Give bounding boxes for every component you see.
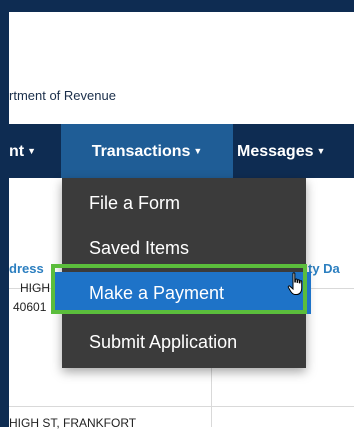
table-cell: 40601 xyxy=(13,300,47,314)
table-cell: HIGH xyxy=(20,281,50,295)
left-edge-bar xyxy=(0,0,9,427)
menu-item-file-a-form[interactable]: File a Form xyxy=(62,182,306,224)
main-navbar: nt ▼ Transactions ▼ Messages ▼ xyxy=(9,124,354,178)
table-divider xyxy=(9,406,354,407)
caret-down-icon: ▼ xyxy=(193,146,203,156)
table-cell: HIGH ST, FRANKFORT xyxy=(9,416,137,430)
hand-pointer-icon xyxy=(287,272,303,295)
nav-account[interactable]: nt ▼ xyxy=(9,124,36,178)
nav-messages[interactable]: Messages ▼ xyxy=(237,124,325,178)
top-header-bar xyxy=(9,0,354,12)
nav-messages-label: Messages xyxy=(237,143,314,160)
nav-transactions-label: Transactions xyxy=(91,143,191,160)
nav-account-label: nt xyxy=(9,143,25,160)
nav-transactions[interactable]: Transactions ▼ xyxy=(61,124,233,178)
menu-item-saved-items[interactable]: Saved Items xyxy=(62,227,306,269)
menu-item-submit-application[interactable]: Submit Application xyxy=(62,321,306,363)
caret-down-icon: ▼ xyxy=(27,146,37,156)
menu-item-make-a-payment[interactable]: Make a Payment xyxy=(53,272,311,314)
column-header-date[interactable]: ty Da xyxy=(308,250,340,288)
caret-down-icon: ▼ xyxy=(316,146,326,156)
transactions-dropdown-menu: File a Form Saved Items Make a Payment S… xyxy=(53,178,311,368)
department-title: rtment of Revenue xyxy=(9,88,116,103)
